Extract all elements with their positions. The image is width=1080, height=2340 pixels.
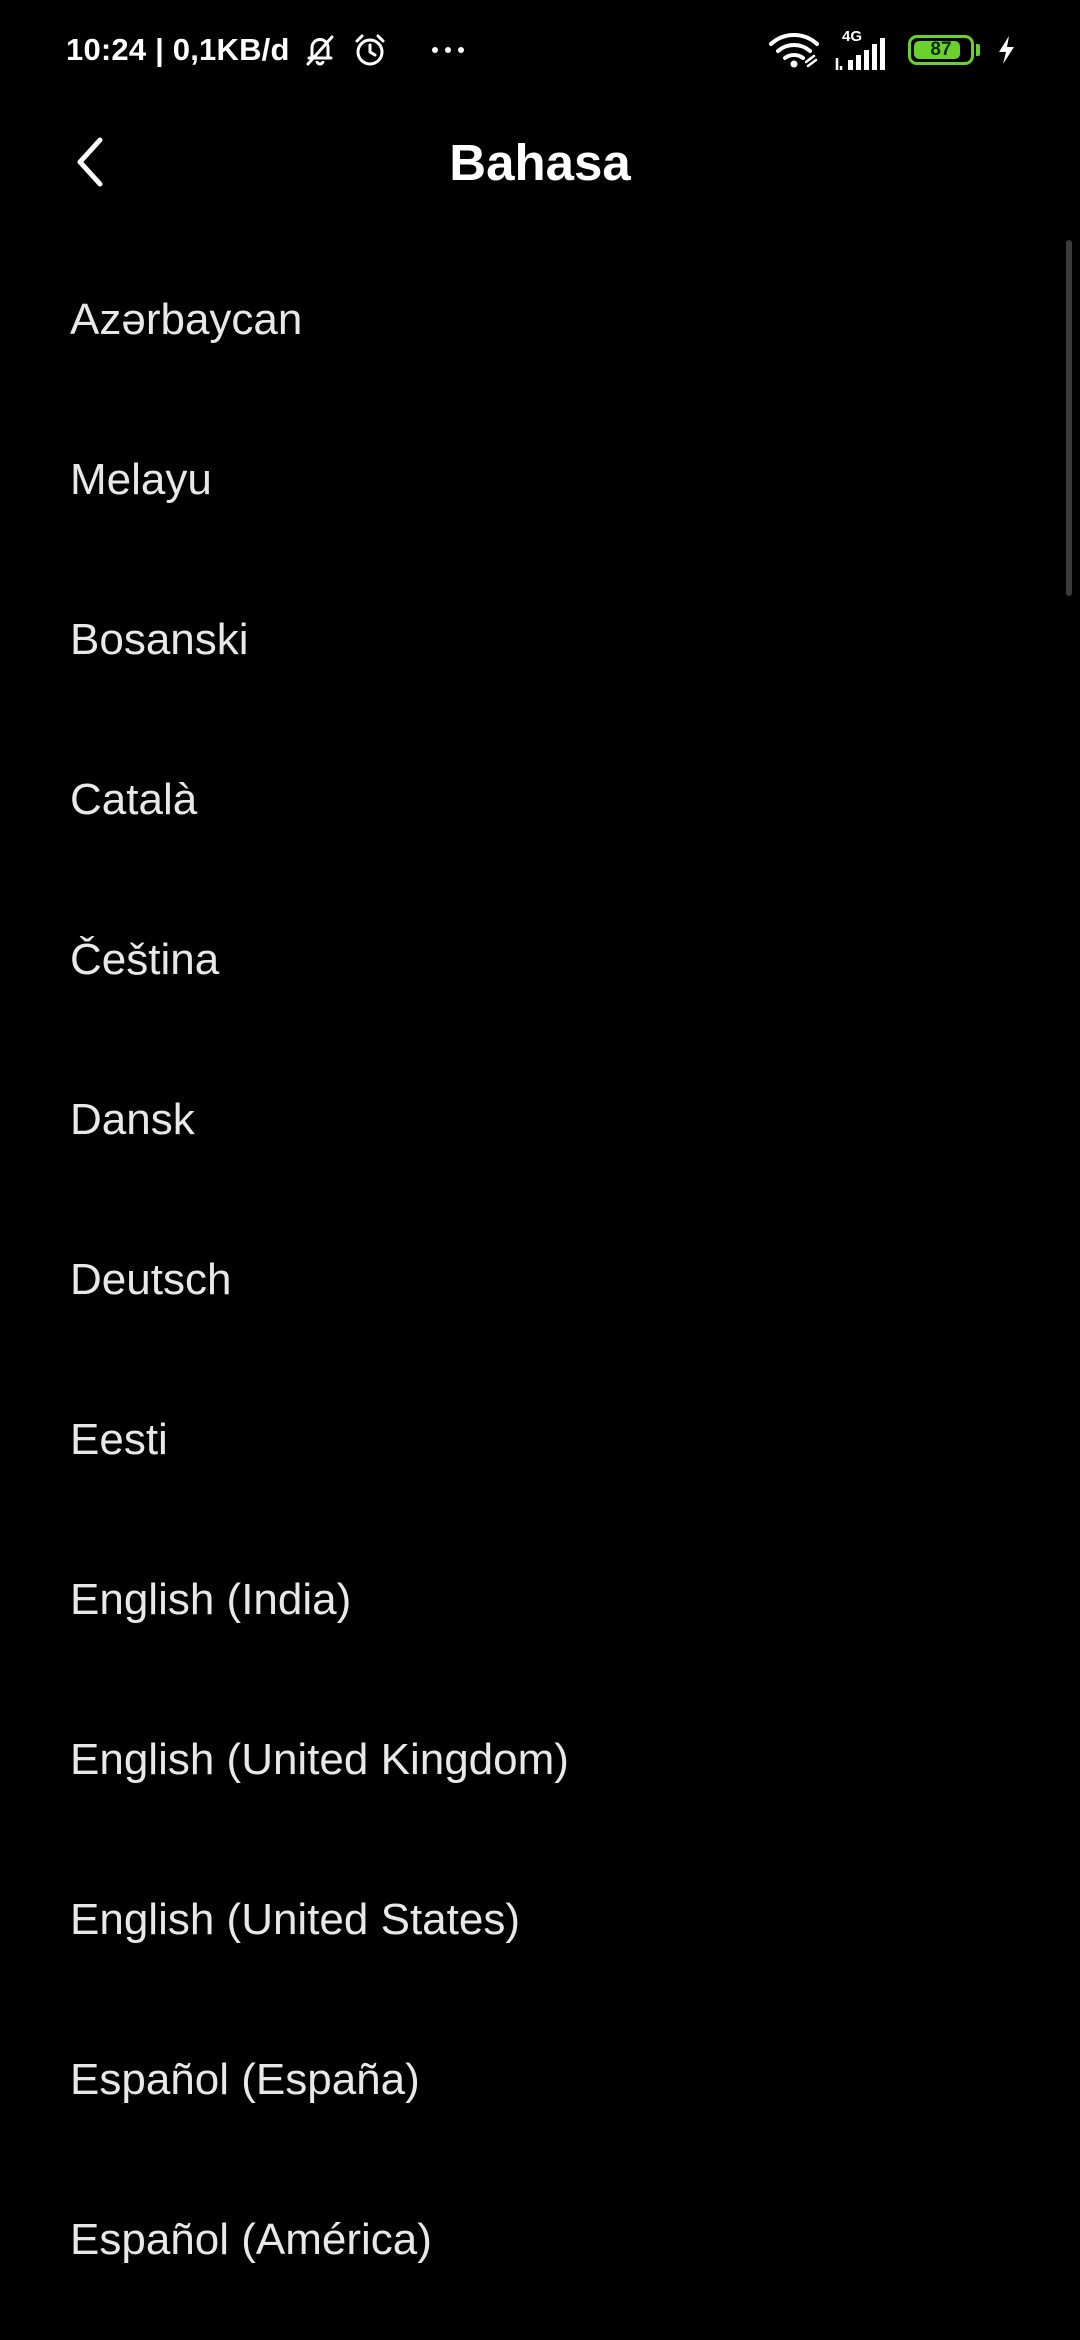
language-label: Dansk (70, 1095, 195, 1144)
language-label: Čeština (70, 935, 220, 984)
language-item[interactable]: English (United States) (0, 1840, 1080, 2000)
language-item[interactable]: Čeština (0, 880, 1080, 1040)
alarm-icon (350, 30, 390, 70)
language-item[interactable]: English (India) (0, 1520, 1080, 1680)
language-item[interactable]: Eesti (0, 1360, 1080, 1520)
language-label: Azərbaycan (70, 295, 303, 344)
charging-icon (994, 30, 1018, 70)
language-item[interactable]: Melayu (0, 400, 1080, 560)
language-label: English (United Kingdom) (70, 1735, 569, 1784)
battery-icon: 87 (908, 35, 974, 65)
language-label: Deutsch (70, 1255, 232, 1304)
page-title: Bahasa (449, 133, 631, 191)
language-item[interactable]: Español (América) (0, 2160, 1080, 2320)
language-label: English (India) (70, 1575, 352, 1624)
language-settings-screen: 10:24 | 0,1KB/d 4G 87 Bahasa Azərbaycan … (0, 0, 1080, 2340)
scrollbar[interactable] (1066, 240, 1072, 596)
language-label: Català (70, 775, 198, 824)
language-item[interactable]: Español (España) (0, 2000, 1080, 2160)
language-item[interactable]: English (United Kingdom) (0, 1680, 1080, 1840)
wifi-icon (768, 30, 820, 70)
language-label: Bosanski (70, 615, 249, 664)
signal-icon: 4G (834, 28, 894, 70)
language-label: Eesti (70, 1415, 168, 1464)
language-item[interactable]: Català (0, 720, 1080, 880)
language-label: Melayu (70, 455, 212, 504)
battery-indicator: 87 (908, 35, 980, 65)
language-list: Azərbaycan Melayu Bosanski Català Čeština Dan… (0, 240, 1080, 2320)
battery-level: 87 (930, 39, 952, 60)
language-label: Español (América) (70, 2215, 432, 2264)
language-item[interactable]: Azərbaycan (0, 240, 1080, 400)
language-item[interactable]: Bosanski (0, 560, 1080, 720)
more-icon (428, 30, 468, 70)
status-bar-left: 10:24 | 0,1KB/d (66, 30, 468, 70)
header: Bahasa (0, 100, 1080, 224)
language-label: English (United States) (70, 1895, 520, 1944)
language-label: Español (España) (70, 2055, 420, 2104)
status-bar-right: 4G 87 (768, 28, 1018, 70)
notifications-off-icon (300, 30, 340, 70)
language-item[interactable]: Dansk (0, 1040, 1080, 1200)
battery-nub (976, 44, 980, 56)
status-bar: 10:24 | 0,1KB/d 4G 87 (0, 0, 1080, 100)
language-item[interactable]: Deutsch (0, 1200, 1080, 1360)
status-time-speed: 10:24 | 0,1KB/d (66, 32, 290, 67)
